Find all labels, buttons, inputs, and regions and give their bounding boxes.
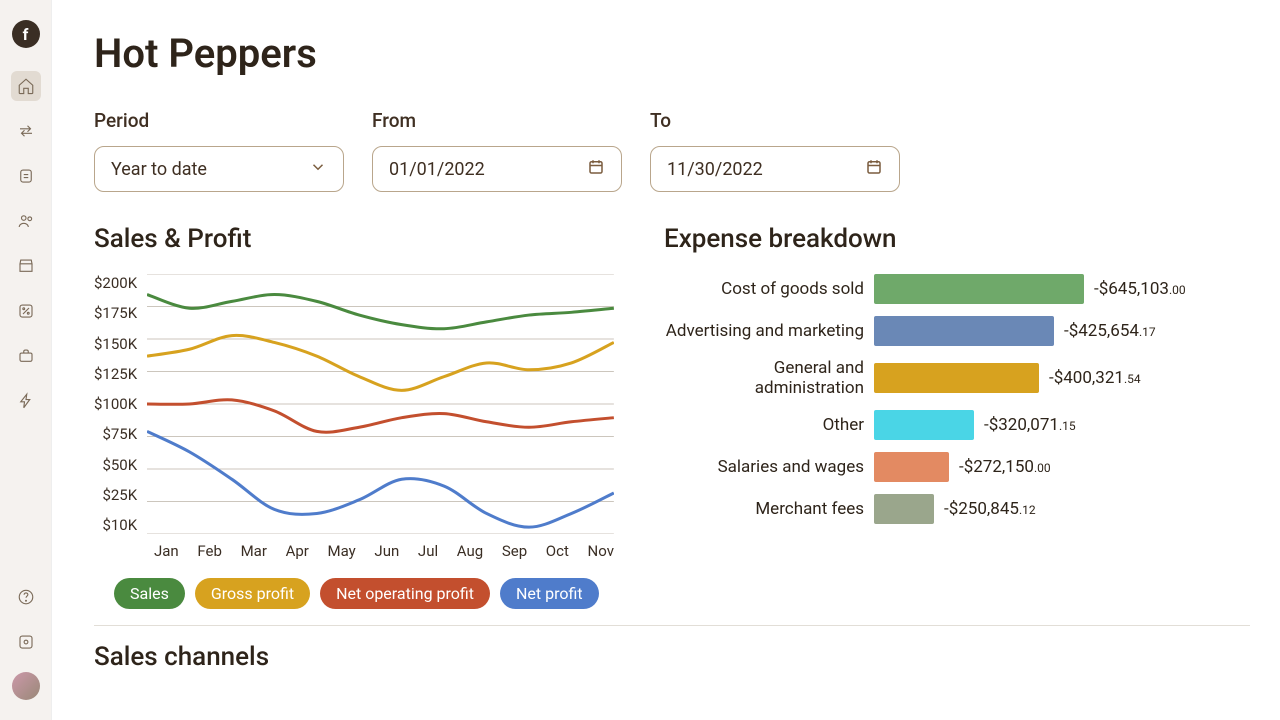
legend-netop[interactable]: Net operating profit xyxy=(320,578,490,609)
nav-help[interactable] xyxy=(11,582,41,612)
nav-store[interactable] xyxy=(11,251,41,281)
calendar-icon xyxy=(587,158,605,181)
nav-notes[interactable] xyxy=(11,161,41,191)
nav-briefcase[interactable] xyxy=(11,341,41,371)
expense-bar xyxy=(874,410,974,440)
expense-label: Salaries and wages xyxy=(664,457,864,477)
expense-bars: Cost of goods sold -$645,103.00 Advertisin… xyxy=(664,274,1250,524)
nav-lightning[interactable] xyxy=(11,386,41,416)
expense-title: Expense breakdown xyxy=(664,224,1250,254)
nav-people[interactable] xyxy=(11,206,41,236)
expense-label: General and administration xyxy=(664,358,864,398)
expense-label: Merchant fees xyxy=(664,499,864,519)
expense-value: -$400,321.54 xyxy=(1049,368,1141,388)
to-value: 11/30/2022 xyxy=(667,159,763,180)
expense-value: -$250,845.12 xyxy=(944,499,1036,519)
from-label: From xyxy=(372,109,622,132)
app-logo[interactable]: f xyxy=(12,20,40,48)
expense-bar xyxy=(874,494,934,524)
expense-row: Other -$320,071.15 xyxy=(664,410,1250,440)
chart-legend: Sales Gross profit Net operating profit … xyxy=(114,578,614,609)
expense-value: -$645,103.00 xyxy=(1094,279,1186,299)
legend-sales[interactable]: Sales xyxy=(114,578,185,609)
page-title: Hot Peppers xyxy=(94,30,1250,77)
expense-bar xyxy=(874,363,1039,393)
sales-profit-title: Sales & Profit xyxy=(94,224,614,254)
expense-value: -$425,654.17 xyxy=(1064,321,1156,341)
legend-gross[interactable]: Gross profit xyxy=(195,578,310,609)
expense-bar xyxy=(874,316,1054,346)
expense-row: Cost of goods sold -$645,103.00 xyxy=(664,274,1250,304)
sidebar: f xyxy=(0,0,52,720)
expense-row: Merchant fees -$250,845.12 xyxy=(664,494,1250,524)
filter-controls: Period Year to date From 01/01/2022 To 1… xyxy=(94,109,1250,192)
expense-label: Other xyxy=(664,415,864,435)
line-chart xyxy=(147,274,614,534)
expense-row: General and administration -$400,321.54 xyxy=(664,358,1250,398)
nav-percent[interactable] xyxy=(11,296,41,326)
y-axis: $200K$175K$150K$125K$100K$75K$50K$25K$10… xyxy=(94,274,147,534)
to-input[interactable]: 11/30/2022 xyxy=(650,146,900,192)
sales-channels-title: Sales channels xyxy=(94,642,1250,672)
expense-panel: Expense breakdown Cost of goods sold -$64… xyxy=(664,224,1250,609)
period-value: Year to date xyxy=(111,159,207,180)
x-axis: JanFebMarAprMayJunJulAugSepOctNov xyxy=(154,542,614,560)
expense-label: Cost of goods sold xyxy=(664,279,864,299)
chevron-down-icon xyxy=(309,158,327,181)
to-label: To xyxy=(650,109,900,132)
from-value: 01/01/2022 xyxy=(389,159,485,180)
expense-value: -$272,150.00 xyxy=(959,457,1051,477)
nav-settings[interactable] xyxy=(11,627,41,657)
nav-home[interactable] xyxy=(11,71,41,101)
period-label: Period xyxy=(94,109,344,132)
expense-row: Salaries and wages -$272,150.00 xyxy=(664,452,1250,482)
nav-transfer[interactable] xyxy=(11,116,41,146)
main: Hot Peppers Period Year to date From 01/… xyxy=(52,0,1280,720)
sales-profit-panel: Sales & Profit $200K$175K$150K$125K$100K… xyxy=(94,224,614,609)
expense-bar xyxy=(874,452,949,482)
legend-netprofit[interactable]: Net profit xyxy=(500,578,599,609)
expense-value: -$320,071.15 xyxy=(984,415,1076,435)
period-select[interactable]: Year to date xyxy=(94,146,344,192)
calendar-icon xyxy=(865,158,883,181)
avatar[interactable] xyxy=(12,672,40,700)
expense-row: Advertising and marketing -$425,654.17 xyxy=(664,316,1250,346)
from-input[interactable]: 01/01/2022 xyxy=(372,146,622,192)
expense-label: Advertising and marketing xyxy=(664,321,864,341)
expense-bar xyxy=(874,274,1084,304)
